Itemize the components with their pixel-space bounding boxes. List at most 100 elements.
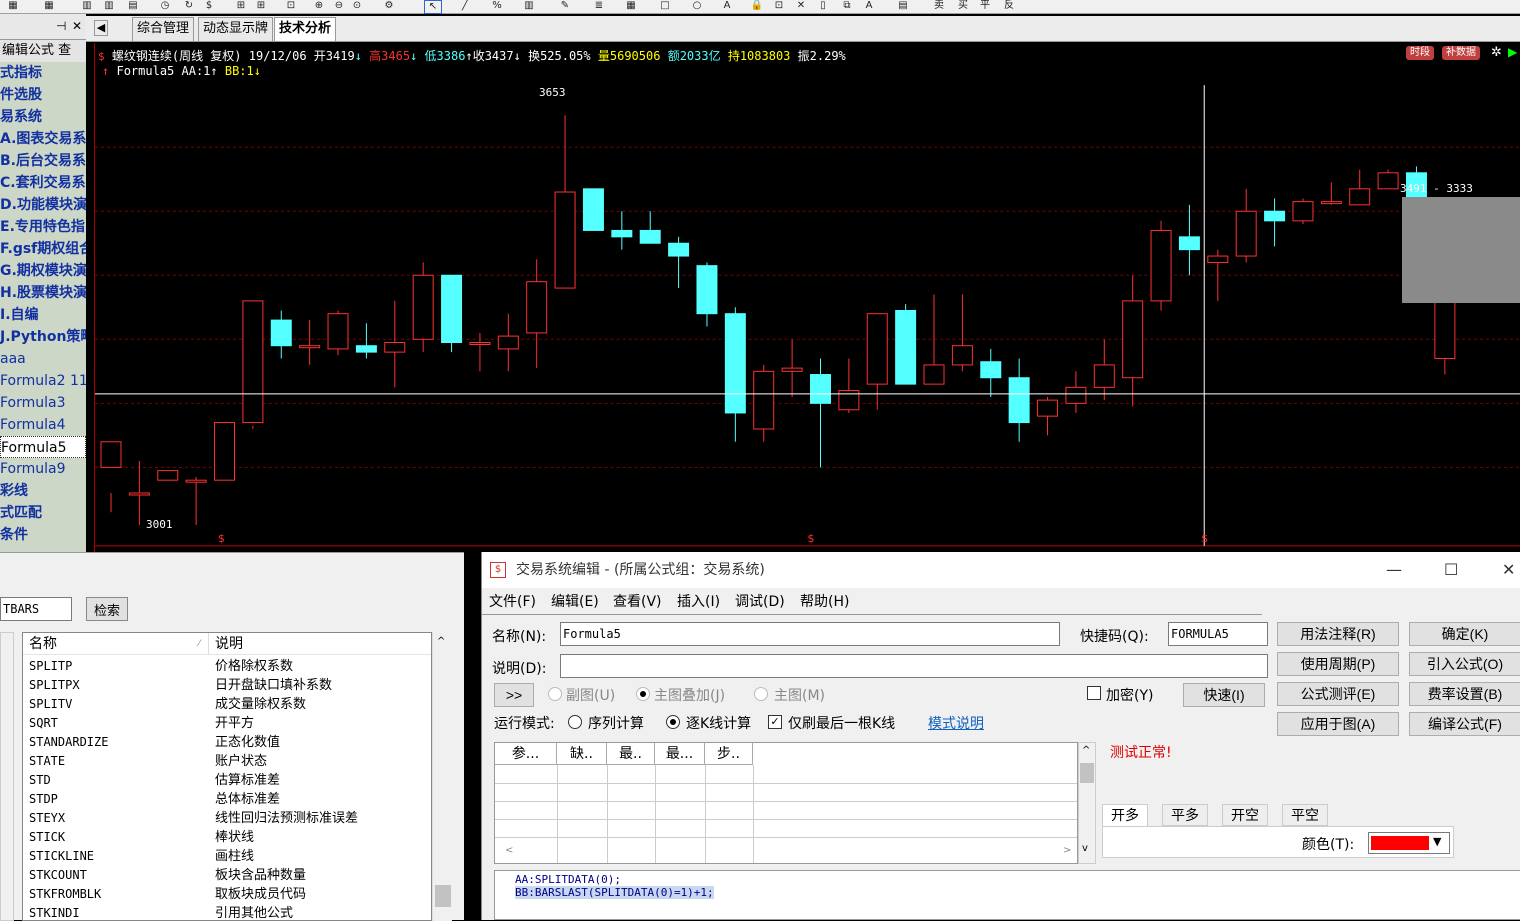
chevron-left-icon[interactable]: ◀ xyxy=(94,20,108,36)
parameter-table[interactable]: 参... 缺.. 最.. 最... 步.. > < xyxy=(494,742,1078,864)
search-icon[interactable]: ⊙ xyxy=(348,0,366,14)
tree-item[interactable]: Formula2 11 xyxy=(0,370,86,392)
tab-close-long[interactable]: 平多 xyxy=(1162,804,1208,826)
maximize-icon[interactable]: ☐ xyxy=(1444,552,1458,588)
param-vscrollbar[interactable]: ^ v xyxy=(1078,742,1096,864)
time-period-button[interactable]: 时段 xyxy=(1406,46,1434,60)
tab-open-short[interactable]: 开空 xyxy=(1222,804,1268,826)
menu-edit[interactable]: 编辑(E) xyxy=(551,588,599,616)
tree-item[interactable]: B.后台交易系 xyxy=(0,150,86,172)
tree-item[interactable]: aaa xyxy=(0,348,86,370)
scrollbar-thumb[interactable] xyxy=(1080,763,1094,783)
line-tool-icon[interactable]: ╱ xyxy=(456,0,474,14)
tree-item[interactable]: Formula9 xyxy=(0,458,86,480)
param-col-default[interactable]: 缺.. xyxy=(557,743,607,765)
table-row[interactable]: STICK 棒状线 xyxy=(23,828,431,847)
pen-tool-icon[interactable]: ✎ xyxy=(556,0,574,14)
toolbar-icon-32[interactable]: 买 xyxy=(954,0,972,14)
menu-debug[interactable]: 调试(D) xyxy=(735,588,785,616)
expand-button[interactable]: >> xyxy=(494,683,534,707)
close-icon[interactable]: ✕ xyxy=(72,19,82,33)
radio-main-overlay[interactable] xyxy=(636,687,650,701)
import-formula-button[interactable]: 引入公式(O) xyxy=(1409,652,1520,676)
param-col-max[interactable]: 最... xyxy=(655,743,705,765)
apply-to-chart-button[interactable]: 应用于图(A) xyxy=(1277,712,1399,736)
search-button[interactable]: 检索 xyxy=(86,597,128,621)
table-row[interactable]: STKCOUNT 板块含品种数量 xyxy=(23,866,431,885)
toolbar-icon-4[interactable]: ▥ xyxy=(100,0,118,14)
table-row[interactable]: SQRT 开平方 xyxy=(23,714,431,733)
toolbar-icon-5[interactable]: ▤ xyxy=(124,0,142,14)
toolbar-icon-10[interactable]: ⊡ xyxy=(282,0,300,14)
tree-item[interactable]: 条件 xyxy=(0,524,86,546)
tree-item[interactable]: D.功能模块演 xyxy=(0,194,86,216)
table-row[interactable]: STEYX 线性回归法预测标准误差 xyxy=(23,809,431,828)
left-scrollbar[interactable] xyxy=(0,632,14,921)
gear-icon[interactable]: ⚙ xyxy=(380,0,398,14)
mode-help-link[interactable]: 模式说明 xyxy=(928,713,984,733)
scrollbar-thumb[interactable] xyxy=(435,885,451,907)
fast-button[interactable]: 快速(I) xyxy=(1183,683,1265,707)
bar-tool-icon[interactable]: ▥ xyxy=(520,0,538,14)
tree-item[interactable]: H.股票模块演 xyxy=(0,282,86,304)
name-field[interactable] xyxy=(560,622,1060,646)
encrypt-checkbox[interactable] xyxy=(1087,686,1101,700)
table-row[interactable]: STATE 账户状态 xyxy=(23,752,431,771)
toolbar-icon-31[interactable]: 卖 xyxy=(930,0,948,14)
table-row[interactable]: SPLITV 成交量除权系数 xyxy=(23,695,431,714)
zoom-in-icon[interactable]: ⊕ xyxy=(310,0,328,14)
toolbar-icon-3[interactable]: ▥ xyxy=(78,0,96,14)
tree-item[interactable]: J.Python策略 xyxy=(0,326,86,348)
table-row[interactable]: STDP 总体标准差 xyxy=(23,790,431,809)
formula-evaluate-button[interactable]: 公式测评(E) xyxy=(1277,682,1399,706)
compile-formula-button[interactable]: 编译公式(F) xyxy=(1409,712,1520,736)
chevron-up-icon[interactable]: ^ xyxy=(437,636,445,647)
table-scrollbar[interactable]: ^ xyxy=(432,632,452,921)
tree-item[interactable]: 件选股 xyxy=(0,84,86,106)
lock-icon[interactable]: 🔒 xyxy=(748,0,766,14)
chevron-down-icon[interactable]: ▼ xyxy=(1433,835,1441,848)
refresh-icon[interactable]: ↻ xyxy=(180,0,198,14)
text-tool-icon[interactable]: A xyxy=(718,0,736,14)
tab-overview[interactable]: 综合管理 xyxy=(132,17,195,41)
pin-icon[interactable]: ⊣ xyxy=(56,19,66,33)
chevron-right-icon[interactable]: > xyxy=(1063,845,1071,856)
fill-data-button[interactable]: 补数据 xyxy=(1442,46,1480,60)
table-row[interactable]: STANDARDIZE 正态化数值 xyxy=(23,733,431,752)
tree-item[interactable]: Formula4 xyxy=(0,414,86,436)
tree-item[interactable]: 彩线 xyxy=(0,480,86,502)
last-bar-checkbox[interactable]: ✓ xyxy=(768,715,782,729)
usage-notes-button[interactable]: 用法注释(R) xyxy=(1277,622,1399,646)
toolbar-icon-2[interactable]: ▦ xyxy=(40,0,58,14)
play-icon[interactable]: ▶ xyxy=(1508,45,1517,59)
unlock-icon[interactable]: ⊡ xyxy=(770,0,788,14)
trash-icon[interactable]: ▯ xyxy=(814,0,832,14)
tree-item[interactable]: Formula3 xyxy=(0,392,86,414)
tree-item[interactable]: A.图表交易系 xyxy=(0,128,86,150)
shortcut-field[interactable] xyxy=(1168,622,1268,646)
menu-view[interactable]: 查看(V) xyxy=(613,588,662,616)
tab-dynamic-board[interactable]: 动态显示牌 xyxy=(198,17,274,41)
candlestick-chart[interactable]: $ $ $ xyxy=(94,43,1520,552)
copy-icon[interactable]: ⧉ xyxy=(838,0,856,14)
radio-sequence-calc[interactable] xyxy=(568,715,582,729)
table-row[interactable]: STD 估算标准差 xyxy=(23,771,431,790)
tree-item[interactable]: I.自编 xyxy=(0,304,86,326)
zoom-out-icon[interactable]: ⊖ xyxy=(330,0,348,14)
function-search-input[interactable] xyxy=(0,597,72,621)
radio-subchart[interactable] xyxy=(548,687,562,701)
toolbar-icon-9[interactable]: ⊞ xyxy=(252,0,270,14)
layer-icon[interactable]: ▤ xyxy=(894,0,912,14)
percent-tool-icon[interactable]: % xyxy=(488,0,506,14)
fee-settings-button[interactable]: 费率设置(B) xyxy=(1409,682,1520,706)
radio-bar-calc[interactable] xyxy=(666,715,680,729)
table-row[interactable]: SPLITPX 日开盘缺口填补系数 xyxy=(23,676,431,695)
table-row[interactable]: STICKLINE 画柱线 xyxy=(23,847,431,866)
menu-insert[interactable]: 插入(I) xyxy=(677,588,720,616)
ok-button[interactable]: 确定(K) xyxy=(1409,622,1520,646)
font-color-icon[interactable]: A xyxy=(860,0,878,14)
cursor-icon[interactable]: ↖ xyxy=(424,0,442,14)
tree-item[interactable]: 式指标 xyxy=(0,62,86,84)
dollar-icon[interactable]: $ xyxy=(200,0,218,14)
table-row[interactable]: STKFROMBLK 取板块成员代码 xyxy=(23,885,431,904)
